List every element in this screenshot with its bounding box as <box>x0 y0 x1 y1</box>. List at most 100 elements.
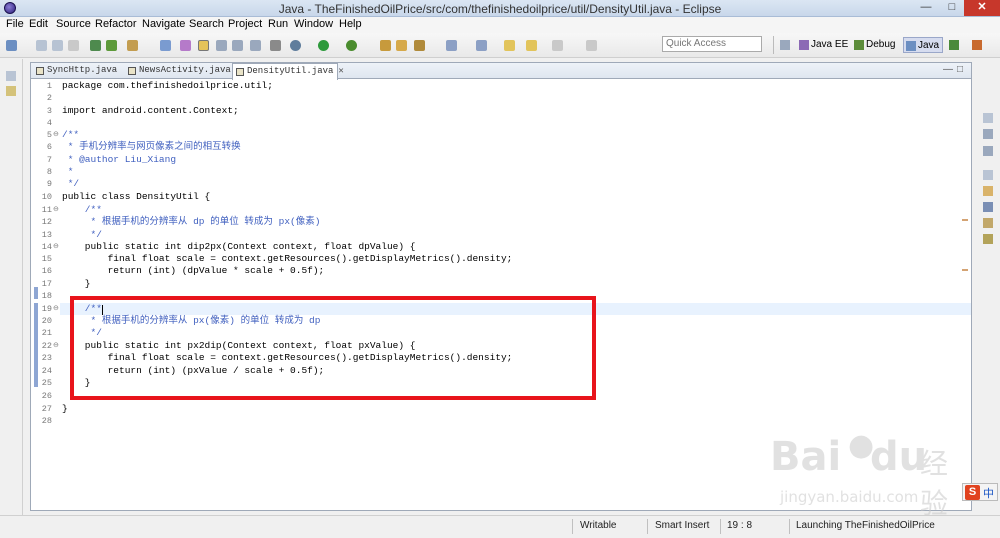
back-icon[interactable] <box>526 40 537 51</box>
search-icon[interactable] <box>414 40 425 51</box>
package-explorer-icon[interactable] <box>6 86 16 96</box>
code-line: /** <box>62 204 102 215</box>
declaration-icon[interactable] <box>983 218 993 228</box>
open-task-icon[interactable] <box>396 40 407 51</box>
overview-marker[interactable] <box>962 219 968 221</box>
perspective-java[interactable]: Java <box>903 37 944 53</box>
debug-settings-icon[interactable] <box>290 40 301 51</box>
line-number: 23 <box>41 353 52 363</box>
sogou-logo-icon: S <box>965 485 980 500</box>
fold-toggle-icon[interactable]: ⊖ <box>53 204 59 216</box>
code-line: * 根据手机的分辨率从 dp 的单位 转成为 px(像素) <box>62 216 321 227</box>
forward-icon[interactable] <box>552 40 563 51</box>
code-line: import android.content.Context; <box>62 105 239 116</box>
menu-source[interactable]: Source <box>56 18 91 30</box>
line-number: 27 <box>41 404 52 414</box>
editor-tab-bar: SyncHttp.java NewsActivity.java DensityU… <box>31 63 971 80</box>
tab-newsactivity[interactable]: NewsActivity.java <box>125 63 231 79</box>
last-edit-icon[interactable] <box>504 40 515 51</box>
java-icon <box>906 41 916 51</box>
javadoc-icon[interactable] <box>983 202 993 212</box>
perspective-android[interactable] <box>947 37 964 53</box>
ime-toolbar[interactable]: S 中 <box>962 483 998 501</box>
minimize-editor-icon[interactable]: — <box>943 64 953 75</box>
perspective-label: Java EE <box>811 39 849 50</box>
fold-toggle-icon[interactable]: ⊖ <box>53 340 59 352</box>
android-avd-icon[interactable] <box>106 40 117 51</box>
menu-project[interactable]: Project <box>228 18 262 30</box>
debug-icon[interactable] <box>346 40 357 51</box>
menu-run[interactable]: Run <box>268 18 288 30</box>
fold-toggle-icon[interactable]: ⊖ <box>53 241 59 253</box>
outline-icon[interactable] <box>983 129 993 139</box>
pin-editor-icon[interactable] <box>586 40 597 51</box>
menu-file[interactable]: File <box>6 18 24 30</box>
left-trim-stack <box>0 59 23 515</box>
new-java-project-icon[interactable] <box>160 40 171 51</box>
show-whitespace-icon[interactable] <box>232 40 243 51</box>
menu-bar: File Edit Source Refactor Navigate Searc… <box>0 17 1000 33</box>
close-tab-icon[interactable]: ✕ <box>338 66 343 76</box>
java-file-icon <box>236 68 244 76</box>
open-perspective-button[interactable] <box>778 37 795 53</box>
close-button[interactable]: ✕ <box>964 0 1000 16</box>
menu-search[interactable]: Search <box>189 18 224 30</box>
line-number: 16 <box>41 266 52 276</box>
menu-edit[interactable]: Edit <box>29 18 48 30</box>
perspective-label: Java <box>918 40 940 51</box>
title-bar: Java - TheFinishedOilPrice/src/com/thefi… <box>0 0 1000 17</box>
right-trim-stack <box>976 59 1000 515</box>
pilcrow-icon[interactable] <box>250 40 261 51</box>
perspective-debug[interactable]: Debug <box>852 37 898 53</box>
line-number: 15 <box>41 254 52 264</box>
code-line: final float scale = context.getResources… <box>62 253 513 264</box>
toggle-block-select-icon[interactable] <box>216 40 227 51</box>
perspective-java-ee[interactable]: Java EE <box>797 37 851 53</box>
fold-toggle-icon[interactable]: ⊖ <box>53 129 59 141</box>
tab-densityutil[interactable]: DensityUtil.java ✕ <box>232 63 344 80</box>
status-progress[interactable]: Launching TheFinishedOilPrice <box>796 519 935 534</box>
new-package-icon[interactable] <box>180 40 191 51</box>
toggle-mark-occurrences-icon[interactable] <box>198 40 209 51</box>
fold-toggle-icon[interactable]: ⊖ <box>53 303 59 315</box>
restore-view-icon[interactable] <box>6 71 16 81</box>
lint-icon[interactable] <box>127 40 138 51</box>
line-number: 14 <box>41 242 52 252</box>
restore-view-icon[interactable] <box>983 113 993 123</box>
restore-view-icon[interactable] <box>983 170 993 180</box>
tab-synchttp[interactable]: SyncHttp.java <box>33 63 117 79</box>
skip-breakpoints-icon[interactable] <box>270 40 281 51</box>
maximize-button[interactable]: □ <box>940 0 964 16</box>
status-cursor-position: 19 : 8 <box>727 520 753 531</box>
maximize-editor-icon[interactable]: □ <box>957 64 963 75</box>
line-number: 5 <box>46 130 52 140</box>
line-number: 8 <box>46 167 52 177</box>
line-number: 17 <box>41 279 52 289</box>
bug-icon <box>854 40 864 50</box>
prev-annotation-icon[interactable] <box>476 40 487 51</box>
perspective-ddms[interactable] <box>970 37 987 53</box>
menu-navigate[interactable]: Navigate <box>142 18 185 30</box>
task-list-icon[interactable] <box>983 146 993 156</box>
menu-window[interactable]: Window <box>294 18 333 30</box>
java-file-icon <box>128 67 136 75</box>
minimize-button[interactable]: — <box>914 0 938 16</box>
save-icon[interactable] <box>36 40 47 51</box>
open-type-icon[interactable] <box>380 40 391 51</box>
java-file-icon <box>36 67 44 75</box>
new-icon[interactable] <box>6 40 17 51</box>
next-annotation-icon[interactable] <box>446 40 457 51</box>
run-icon[interactable] <box>318 40 329 51</box>
console-icon[interactable] <box>983 234 993 244</box>
overview-marker[interactable] <box>962 269 968 271</box>
code-line: */ <box>62 178 80 189</box>
problems-icon[interactable] <box>983 186 993 196</box>
code-line: public static int dip2px(Context context… <box>62 241 416 252</box>
menu-refactor[interactable]: Refactor <box>95 18 137 30</box>
save-all-icon[interactable] <box>52 40 63 51</box>
android-sdk-icon[interactable] <box>90 40 101 51</box>
quick-access-input[interactable]: Quick Access <box>662 36 762 52</box>
line-number: 4 <box>46 118 52 128</box>
print-icon[interactable] <box>68 40 79 51</box>
menu-help[interactable]: Help <box>339 18 362 30</box>
